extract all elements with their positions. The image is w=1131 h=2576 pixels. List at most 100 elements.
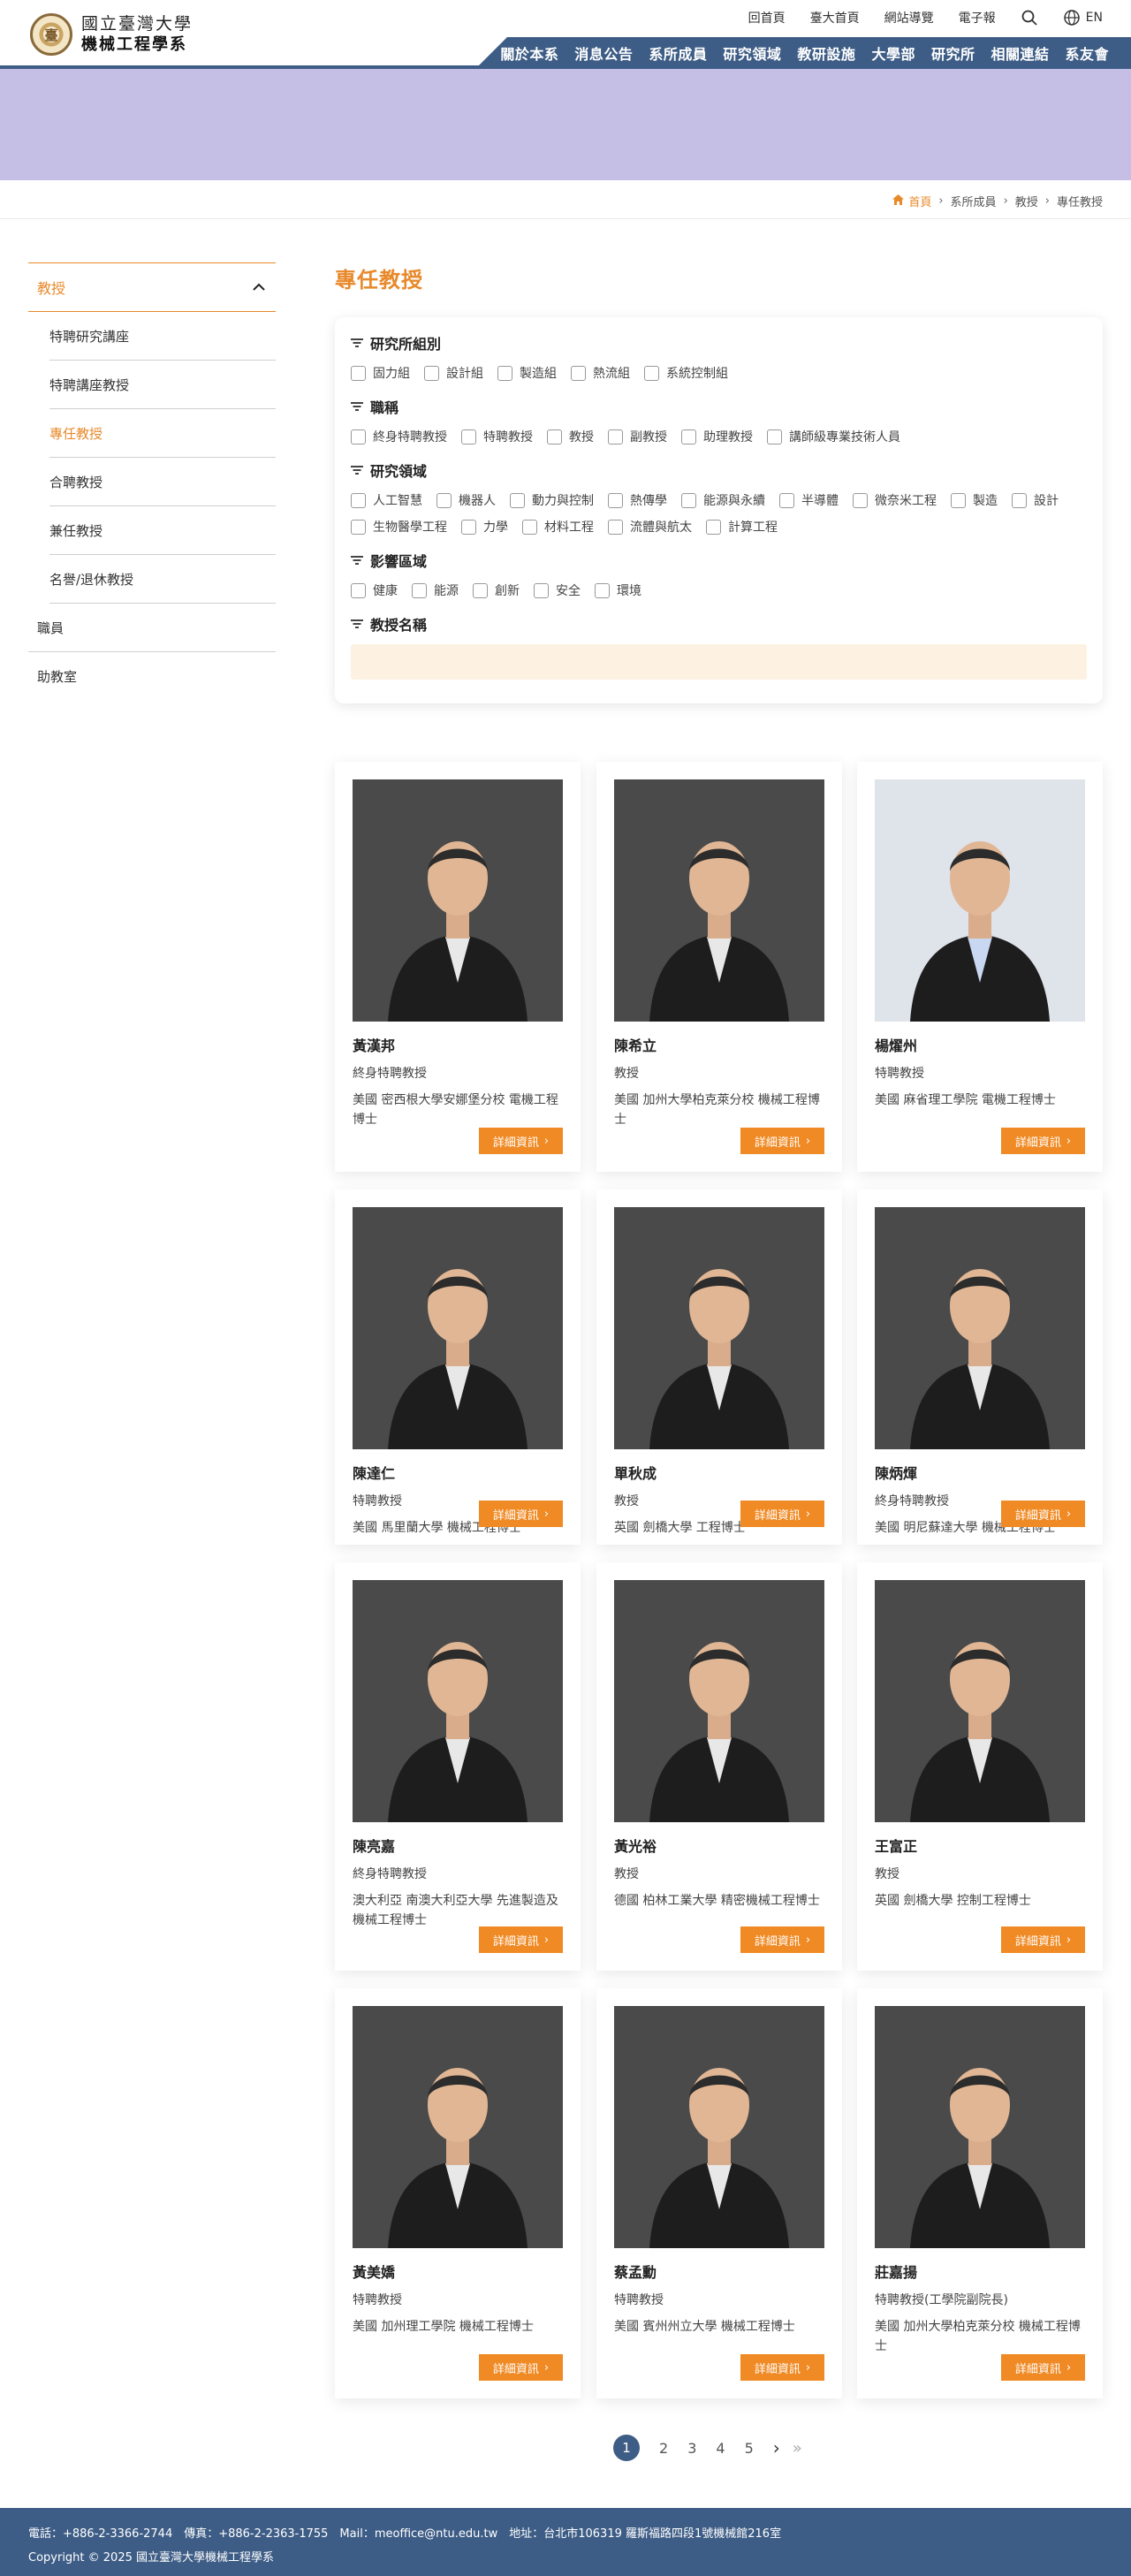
- filter-option[interactable]: 力學: [461, 513, 508, 540]
- filter-option[interactable]: 設計: [1012, 487, 1059, 513]
- page-3[interactable]: 3: [687, 2440, 696, 2457]
- filter-option[interactable]: 能源: [412, 577, 459, 604]
- filter-option[interactable]: 半導體: [779, 487, 839, 513]
- breadcrumb-members[interactable]: 系所成員: [951, 193, 997, 209]
- filter-option[interactable]: 健康: [351, 577, 398, 604]
- sidebar-item-distinguished-chair[interactable]: 特聘講座教授: [49, 361, 276, 409]
- details-button[interactable]: 詳細資訊 ›: [479, 1128, 563, 1154]
- filter-option[interactable]: 製造組: [497, 360, 557, 386]
- checkbox[interactable]: [608, 492, 623, 508]
- checkbox[interactable]: [351, 492, 366, 508]
- nav-members[interactable]: 系所成員: [641, 42, 715, 64]
- filter-option[interactable]: 環境: [595, 577, 641, 604]
- filter-option[interactable]: 熱流組: [571, 360, 630, 386]
- filter-option[interactable]: 設計組: [424, 360, 483, 386]
- filter-option[interactable]: 材料工程: [522, 513, 594, 540]
- checkbox[interactable]: [497, 365, 512, 381]
- details-button[interactable]: 詳細資訊 ›: [740, 2354, 824, 2381]
- checkbox[interactable]: [412, 582, 427, 598]
- checkbox[interactable]: [351, 365, 366, 381]
- filter-option[interactable]: 微奈米工程: [853, 487, 937, 513]
- last-page-icon[interactable]: »: [793, 2439, 802, 2458]
- nav-graduate[interactable]: 研究所: [923, 42, 983, 64]
- filter-option[interactable]: 計算工程: [706, 513, 778, 540]
- filter-option[interactable]: 流體與航太: [608, 513, 692, 540]
- checkbox[interactable]: [767, 429, 782, 445]
- filter-option[interactable]: 終身特聘教授: [351, 423, 447, 450]
- filter-option[interactable]: 系統控制組: [644, 360, 728, 386]
- sidebar-head-professors[interactable]: 教授: [28, 262, 276, 312]
- nav-links[interactable]: 相關連結: [983, 42, 1057, 64]
- next-page-icon[interactable]: ›: [773, 2437, 780, 2458]
- sidebar-item-joint[interactable]: 合聘教授: [49, 458, 276, 506]
- filter-option[interactable]: 動力與控制: [510, 487, 594, 513]
- util-link-newsletter[interactable]: 電子報: [959, 9, 996, 27]
- checkbox[interactable]: [644, 365, 659, 381]
- professor-name-input[interactable]: [351, 644, 1087, 680]
- filter-option[interactable]: 熱傳學: [608, 487, 667, 513]
- nav-facilities[interactable]: 教研設施: [789, 42, 863, 64]
- checkbox[interactable]: [461, 429, 476, 445]
- filter-option[interactable]: 能源與永續: [681, 487, 765, 513]
- checkbox[interactable]: [351, 429, 366, 445]
- util-link-home[interactable]: 回首頁: [748, 9, 786, 27]
- filter-option[interactable]: 講師級專業技術人員: [767, 423, 900, 450]
- sidebar-item-distinguished-research-chair[interactable]: 特聘研究講座: [49, 312, 276, 361]
- nav-news[interactable]: 消息公告: [566, 42, 641, 64]
- checkbox[interactable]: [681, 492, 696, 508]
- nav-about[interactable]: 關於本系: [492, 42, 566, 64]
- details-button[interactable]: 詳細資訊 ›: [479, 1926, 563, 1953]
- checkbox[interactable]: [608, 519, 623, 535]
- breadcrumb-home[interactable]: 首頁: [892, 193, 931, 209]
- nav-undergraduate[interactable]: 大學部: [863, 42, 923, 64]
- checkbox[interactable]: [522, 519, 537, 535]
- details-button[interactable]: 詳細資訊 ›: [1001, 1128, 1085, 1154]
- details-button[interactable]: 詳細資訊 ›: [1001, 1501, 1085, 1527]
- checkbox[interactable]: [853, 492, 868, 508]
- filter-option[interactable]: 副教授: [608, 423, 667, 450]
- checkbox[interactable]: [951, 492, 966, 508]
- filter-option[interactable]: 製造: [951, 487, 998, 513]
- sidebar-item-emeritus[interactable]: 名譽/退休教授: [49, 555, 276, 604]
- filter-option[interactable]: 創新: [473, 577, 520, 604]
- checkbox[interactable]: [461, 519, 476, 535]
- language-switch[interactable]: EN: [1063, 9, 1103, 27]
- details-button[interactable]: 詳細資訊 ›: [740, 1501, 824, 1527]
- checkbox[interactable]: [534, 582, 549, 598]
- page-5[interactable]: 5: [745, 2440, 754, 2457]
- filter-option[interactable]: 機器人: [436, 487, 496, 513]
- filter-option[interactable]: 人工智慧: [351, 487, 422, 513]
- checkbox[interactable]: [424, 365, 439, 381]
- checkbox[interactable]: [473, 582, 488, 598]
- filter-option[interactable]: 助理教授: [681, 423, 753, 450]
- page-2[interactable]: 2: [659, 2440, 668, 2457]
- sidebar-item-ta-office[interactable]: 助教室: [28, 652, 276, 701]
- details-button[interactable]: 詳細資訊 ›: [479, 1501, 563, 1527]
- checkbox[interactable]: [351, 582, 366, 598]
- filter-option[interactable]: 生物醫學工程: [351, 513, 447, 540]
- filter-option[interactable]: 特聘教授: [461, 423, 533, 450]
- details-button[interactable]: 詳細資訊 ›: [1001, 1926, 1085, 1953]
- details-button[interactable]: 詳細資訊 ›: [1001, 2354, 1085, 2381]
- checkbox[interactable]: [436, 492, 452, 508]
- util-link-sitemap[interactable]: 網站導覽: [884, 9, 934, 27]
- checkbox[interactable]: [571, 365, 586, 381]
- nav-research[interactable]: 研究領域: [715, 42, 789, 64]
- breadcrumb-professors[interactable]: 教授: [1015, 193, 1038, 209]
- nav-alumni[interactable]: 系友會: [1057, 42, 1117, 64]
- filter-option[interactable]: 固力組: [351, 360, 410, 386]
- details-button[interactable]: 詳細資訊 ›: [740, 1128, 824, 1154]
- util-link-ntu[interactable]: 臺大首頁: [810, 9, 860, 27]
- details-button[interactable]: 詳細資訊 ›: [479, 2354, 563, 2381]
- sidebar-item-staff[interactable]: 職員: [28, 604, 276, 652]
- checkbox[interactable]: [351, 519, 366, 535]
- details-button[interactable]: 詳細資訊 ›: [740, 1926, 824, 1953]
- filter-option[interactable]: 教授: [547, 423, 594, 450]
- sidebar-item-adjunct[interactable]: 兼任教授: [49, 506, 276, 555]
- checkbox[interactable]: [706, 519, 721, 535]
- page-4[interactable]: 4: [716, 2440, 725, 2457]
- search-icon[interactable]: [1021, 9, 1038, 27]
- checkbox[interactable]: [1012, 492, 1027, 508]
- checkbox[interactable]: [779, 492, 794, 508]
- page-1[interactable]: 1: [613, 2435, 640, 2461]
